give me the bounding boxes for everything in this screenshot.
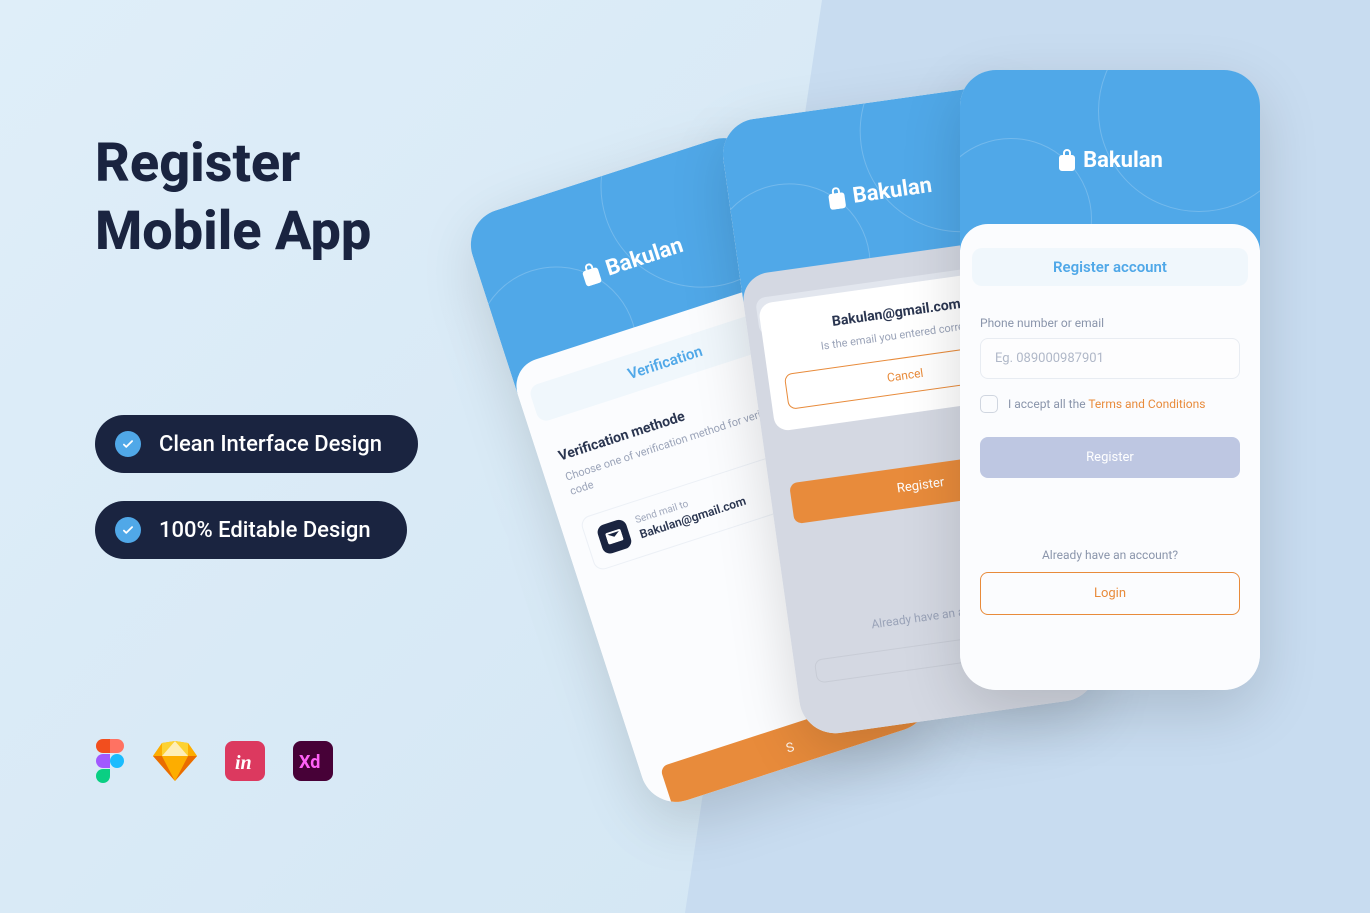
brand-logo: Bakulan — [1057, 148, 1163, 173]
register-button[interactable]: Register — [980, 437, 1240, 478]
brand-name: Bakulan — [603, 233, 687, 281]
mail-icon — [595, 518, 633, 556]
feature-pill: Clean Interface Design — [95, 415, 418, 473]
sketch-icon — [153, 741, 197, 781]
check-icon — [115, 517, 141, 543]
field-label: Phone number or email — [980, 316, 1240, 330]
login-button[interactable]: Login — [980, 572, 1240, 615]
phone-header: Bakulan — [960, 70, 1260, 250]
already-text: Already have an account? — [980, 548, 1240, 562]
page-title: Register Mobile App — [95, 130, 418, 265]
phone-email-input[interactable]: Eg. 089000987901 — [980, 338, 1240, 379]
figma-icon — [95, 739, 125, 783]
terms-checkbox[interactable] — [980, 395, 998, 413]
brand-logo: Bakulan — [578, 233, 686, 289]
feature-pill: 100% Editable Design — [95, 501, 407, 559]
screen-title: Register account — [972, 248, 1248, 286]
brand-name: Bakulan — [851, 172, 934, 208]
phone-mockup-register: Bakulan Register account Phone number or… — [960, 70, 1260, 690]
feature-label: Clean Interface Design — [159, 432, 382, 457]
svg-text:in: in — [235, 752, 252, 774]
svg-text:Xd: Xd — [299, 752, 320, 773]
title-line-1: Register — [95, 132, 300, 195]
brand-logo: Bakulan — [825, 172, 933, 211]
brand-name: Bakulan — [1083, 148, 1163, 173]
tool-icons-row: in Xd — [95, 739, 333, 783]
check-icon — [115, 431, 141, 457]
invision-icon: in — [225, 741, 265, 781]
title-line-2: Mobile App — [95, 200, 371, 263]
terms-link[interactable]: Terms and Conditions — [1088, 397, 1205, 411]
terms-text: I accept all the Terms and Conditions — [1008, 397, 1205, 411]
xd-icon: Xd — [293, 741, 333, 781]
feature-label: 100% Editable Design — [159, 518, 371, 543]
